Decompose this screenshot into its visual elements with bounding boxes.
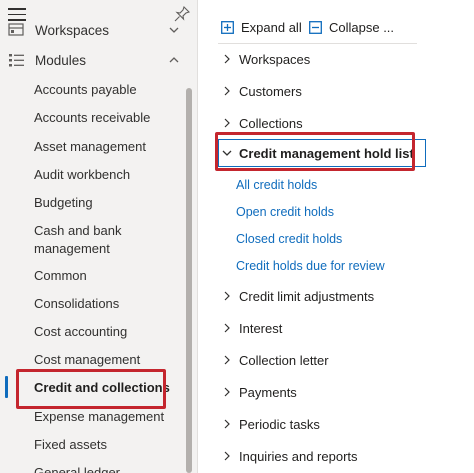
tree-node-payments[interactable]: Payments: [222, 381, 297, 403]
link-closed-credit-holds[interactable]: Closed credit holds: [236, 231, 342, 247]
nav-module-budgeting[interactable]: Budgeting: [34, 194, 174, 212]
tree-node-label: Collections: [239, 115, 303, 131]
nav-module-credit-and-collections[interactable]: Credit and collections: [34, 379, 174, 397]
nav-module-common[interactable]: Common: [34, 267, 174, 285]
tree-node-label: Credit management hold list: [239, 145, 414, 161]
expand-all-label: Expand all: [241, 19, 302, 35]
tree-node-label: Interest: [239, 320, 283, 336]
nav-module-cost-accounting[interactable]: Cost accounting: [34, 323, 174, 341]
chevron-right-icon: [224, 451, 230, 461]
link-open-credit-holds[interactable]: Open credit holds: [236, 204, 334, 220]
tree-node-collections[interactable]: Collections: [222, 112, 303, 134]
modules-list-icon: [9, 54, 24, 67]
chevron-right-icon: [224, 54, 230, 64]
chevron-right-icon: [224, 419, 230, 429]
nav-section-modules[interactable]: Modules: [8, 49, 86, 71]
nav-module-accounts-receivable[interactable]: Accounts receivable: [34, 109, 174, 127]
tree-node-label: Workspaces: [239, 51, 311, 67]
tree-node-interest[interactable]: Interest: [222, 317, 282, 339]
chevron-right-icon: [224, 86, 230, 96]
nav-section-workspaces[interactable]: Workspaces: [8, 19, 109, 41]
chevron-up-icon[interactable]: [168, 54, 180, 66]
workspaces-icon: [8, 23, 24, 36]
nav-module-cash-and-bank-management[interactable]: Cash and bank management: [34, 222, 154, 258]
toolbar-divider: [218, 43, 417, 44]
tree-node-collection-letter[interactable]: Collection letter: [222, 349, 329, 371]
tree-node-label: Customers: [239, 83, 302, 99]
nav-section-label: Modules: [35, 52, 87, 68]
tree-node-label: Periodic tasks: [239, 416, 320, 432]
nav-module-audit-workbench[interactable]: Audit workbench: [34, 166, 174, 184]
chevron-right-icon: [224, 355, 230, 365]
chevron-down-icon[interactable]: [168, 24, 180, 36]
tree-node-customers[interactable]: Customers: [222, 80, 302, 102]
chevron-right-icon: [224, 118, 230, 128]
nav-module-accounts-payable[interactable]: Accounts payable: [34, 81, 174, 99]
nav-scrollbar[interactable]: [186, 88, 192, 473]
nav-module-general-ledger[interactable]: General ledger: [34, 464, 174, 473]
pin-icon[interactable]: [174, 6, 190, 22]
tree-node-credit-limit-adjustments[interactable]: Credit limit adjustments: [222, 285, 374, 307]
expand-all-button[interactable]: Expand all: [221, 16, 302, 38]
nav-section-label: Workspaces: [35, 22, 110, 38]
tree-node-periodic-tasks[interactable]: Periodic tasks: [222, 413, 320, 435]
tree-node-label: Inquiries and reports: [239, 448, 358, 464]
tree-node-label: Credit limit adjustments: [239, 288, 375, 304]
chevron-right-icon: [224, 387, 230, 397]
selected-indicator: [5, 376, 8, 398]
collapse-all-button[interactable]: Collapse ...: [309, 16, 394, 38]
nav-module-asset-management[interactable]: Asset management: [34, 138, 174, 156]
tree-node-label: Collection letter: [239, 352, 329, 368]
navigation-pane: Workspaces Modules Accounts payable Acco…: [0, 0, 198, 473]
nav-module-cost-management[interactable]: Cost management: [34, 351, 174, 369]
chevron-right-icon: [224, 323, 230, 333]
tree-node-credit-management-hold-list[interactable]: Credit management hold list: [222, 142, 414, 164]
collapse-all-label: Collapse ...: [329, 19, 395, 35]
tree-node-label: Payments: [239, 384, 297, 400]
chevron-right-icon: [224, 291, 230, 301]
link-credit-holds-due-for-review[interactable]: Credit holds due for review: [236, 258, 385, 274]
nav-module-fixed-assets[interactable]: Fixed assets: [34, 436, 174, 454]
chevron-down-icon: [222, 150, 232, 156]
nav-module-expense-management[interactable]: Expense management: [34, 408, 174, 426]
collapse-all-icon: [309, 20, 322, 34]
nav-module-consolidations[interactable]: Consolidations: [34, 295, 174, 313]
tree-node-workspaces[interactable]: Workspaces: [222, 48, 310, 70]
link-all-credit-holds[interactable]: All credit holds: [236, 177, 317, 193]
tree-node-inquiries-and-reports[interactable]: Inquiries and reports: [222, 445, 358, 467]
expand-all-icon: [221, 20, 234, 34]
